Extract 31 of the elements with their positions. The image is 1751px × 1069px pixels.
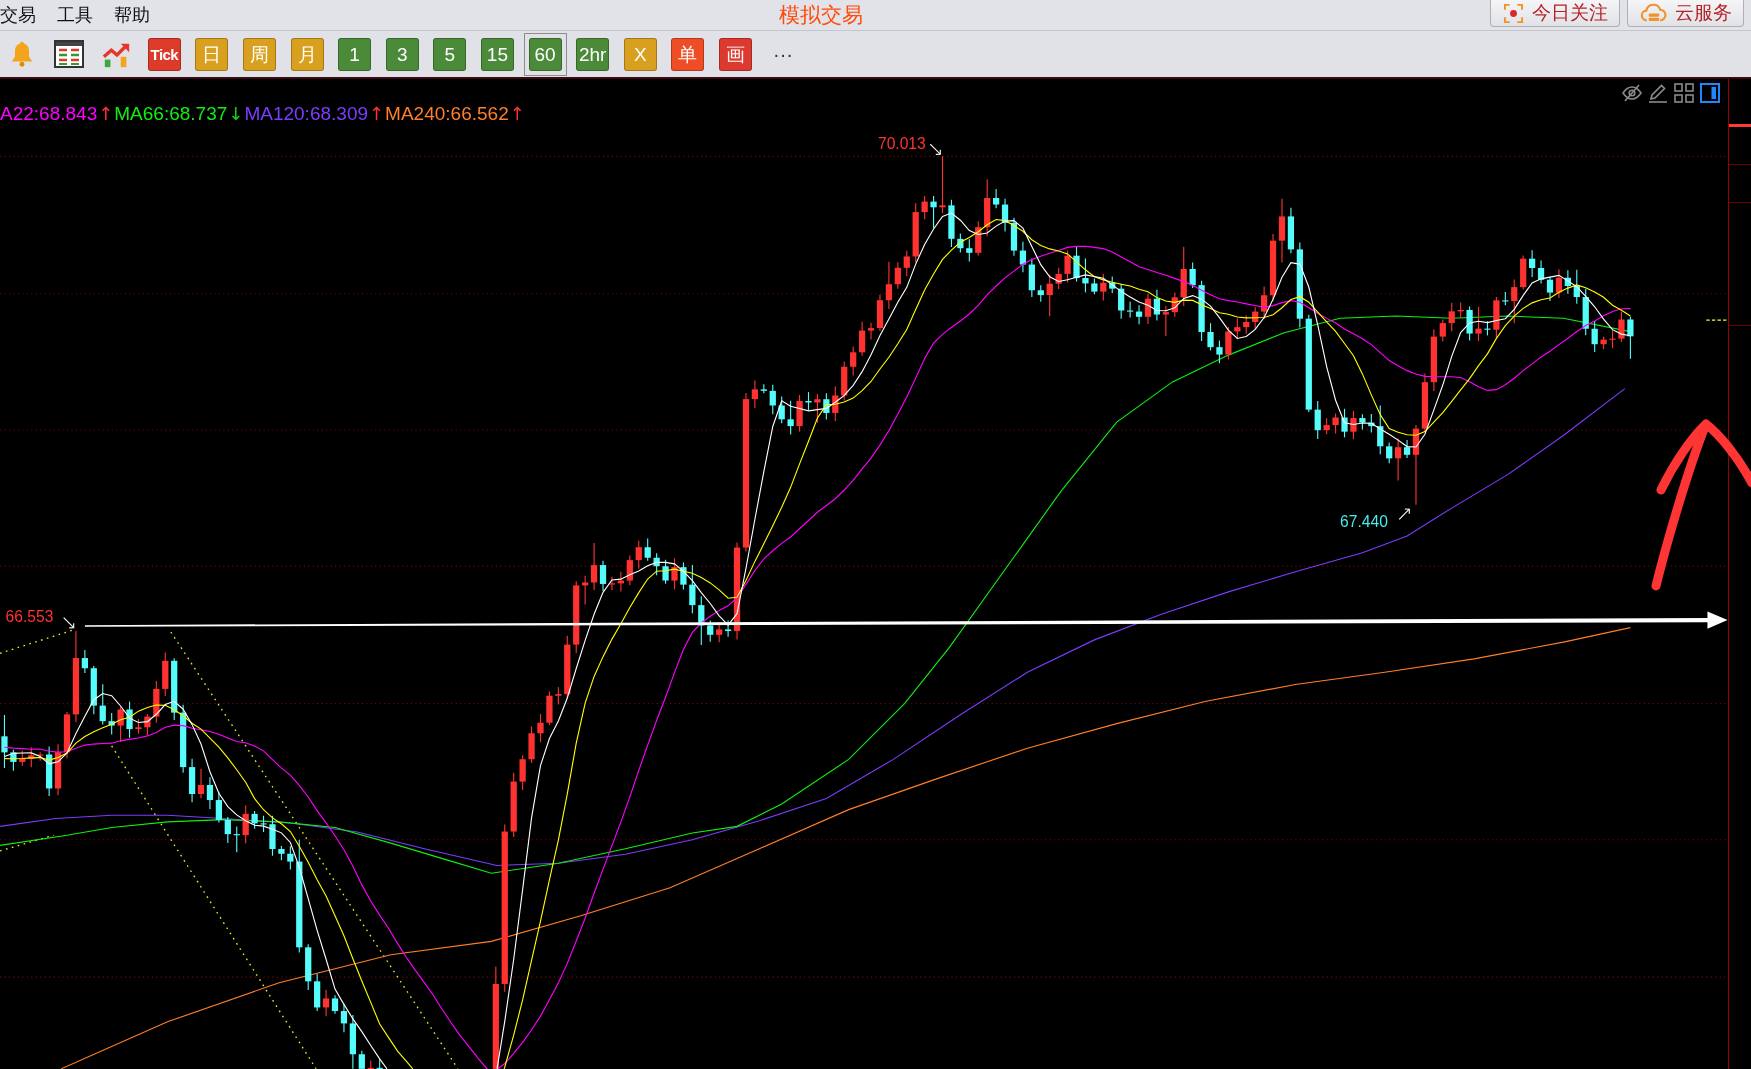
menu-item[interactable]: 工具: [57, 3, 93, 27]
legend-label: A22:68.843: [0, 103, 98, 125]
price-label: 70.013: [877, 134, 926, 152]
direction-arrow: ↑: [369, 103, 385, 125]
grid-icon[interactable]: [1674, 83, 1694, 103]
side-panel-icon[interactable]: [1700, 83, 1720, 103]
price-label: 66.553: [5, 608, 54, 625]
menu-item[interactable]: 交易: [0, 3, 36, 27]
trend-line: [0, 834, 55, 852]
direction-arrow: ↑: [509, 103, 525, 125]
menu-item[interactable]: 帮助: [114, 3, 150, 27]
cloud-service-button[interactable]: 云服务: [1627, 0, 1744, 27]
price-marker-line: [1705, 319, 1728, 321]
direction-arrow: ↓: [228, 103, 244, 125]
pencil-icon[interactable]: [1648, 83, 1668, 103]
eye-slash-icon[interactable]: [1622, 83, 1642, 103]
legend-label: MA66:68.737: [114, 103, 228, 125]
toolbar-button[interactable]: 60: [523, 32, 567, 76]
more-button[interactable]: ···: [761, 32, 805, 76]
legend-label: MA240:66.562: [385, 103, 509, 125]
leader-arrow: [1398, 508, 1410, 520]
legend-label: MA120:68.309: [244, 103, 368, 125]
direction-arrow: ↑: [98, 103, 114, 125]
watchlist-button[interactable]: 今日关注: [1490, 0, 1620, 27]
cloud-icon: [1640, 2, 1667, 24]
leader-arrow: [63, 617, 75, 629]
leader-arrow: [929, 143, 941, 155]
target-icon: [1503, 2, 1524, 24]
price-label: 67.440: [1340, 513, 1388, 531]
table-icon: [54, 40, 85, 68]
window-title: 模拟交易: [779, 2, 863, 28]
